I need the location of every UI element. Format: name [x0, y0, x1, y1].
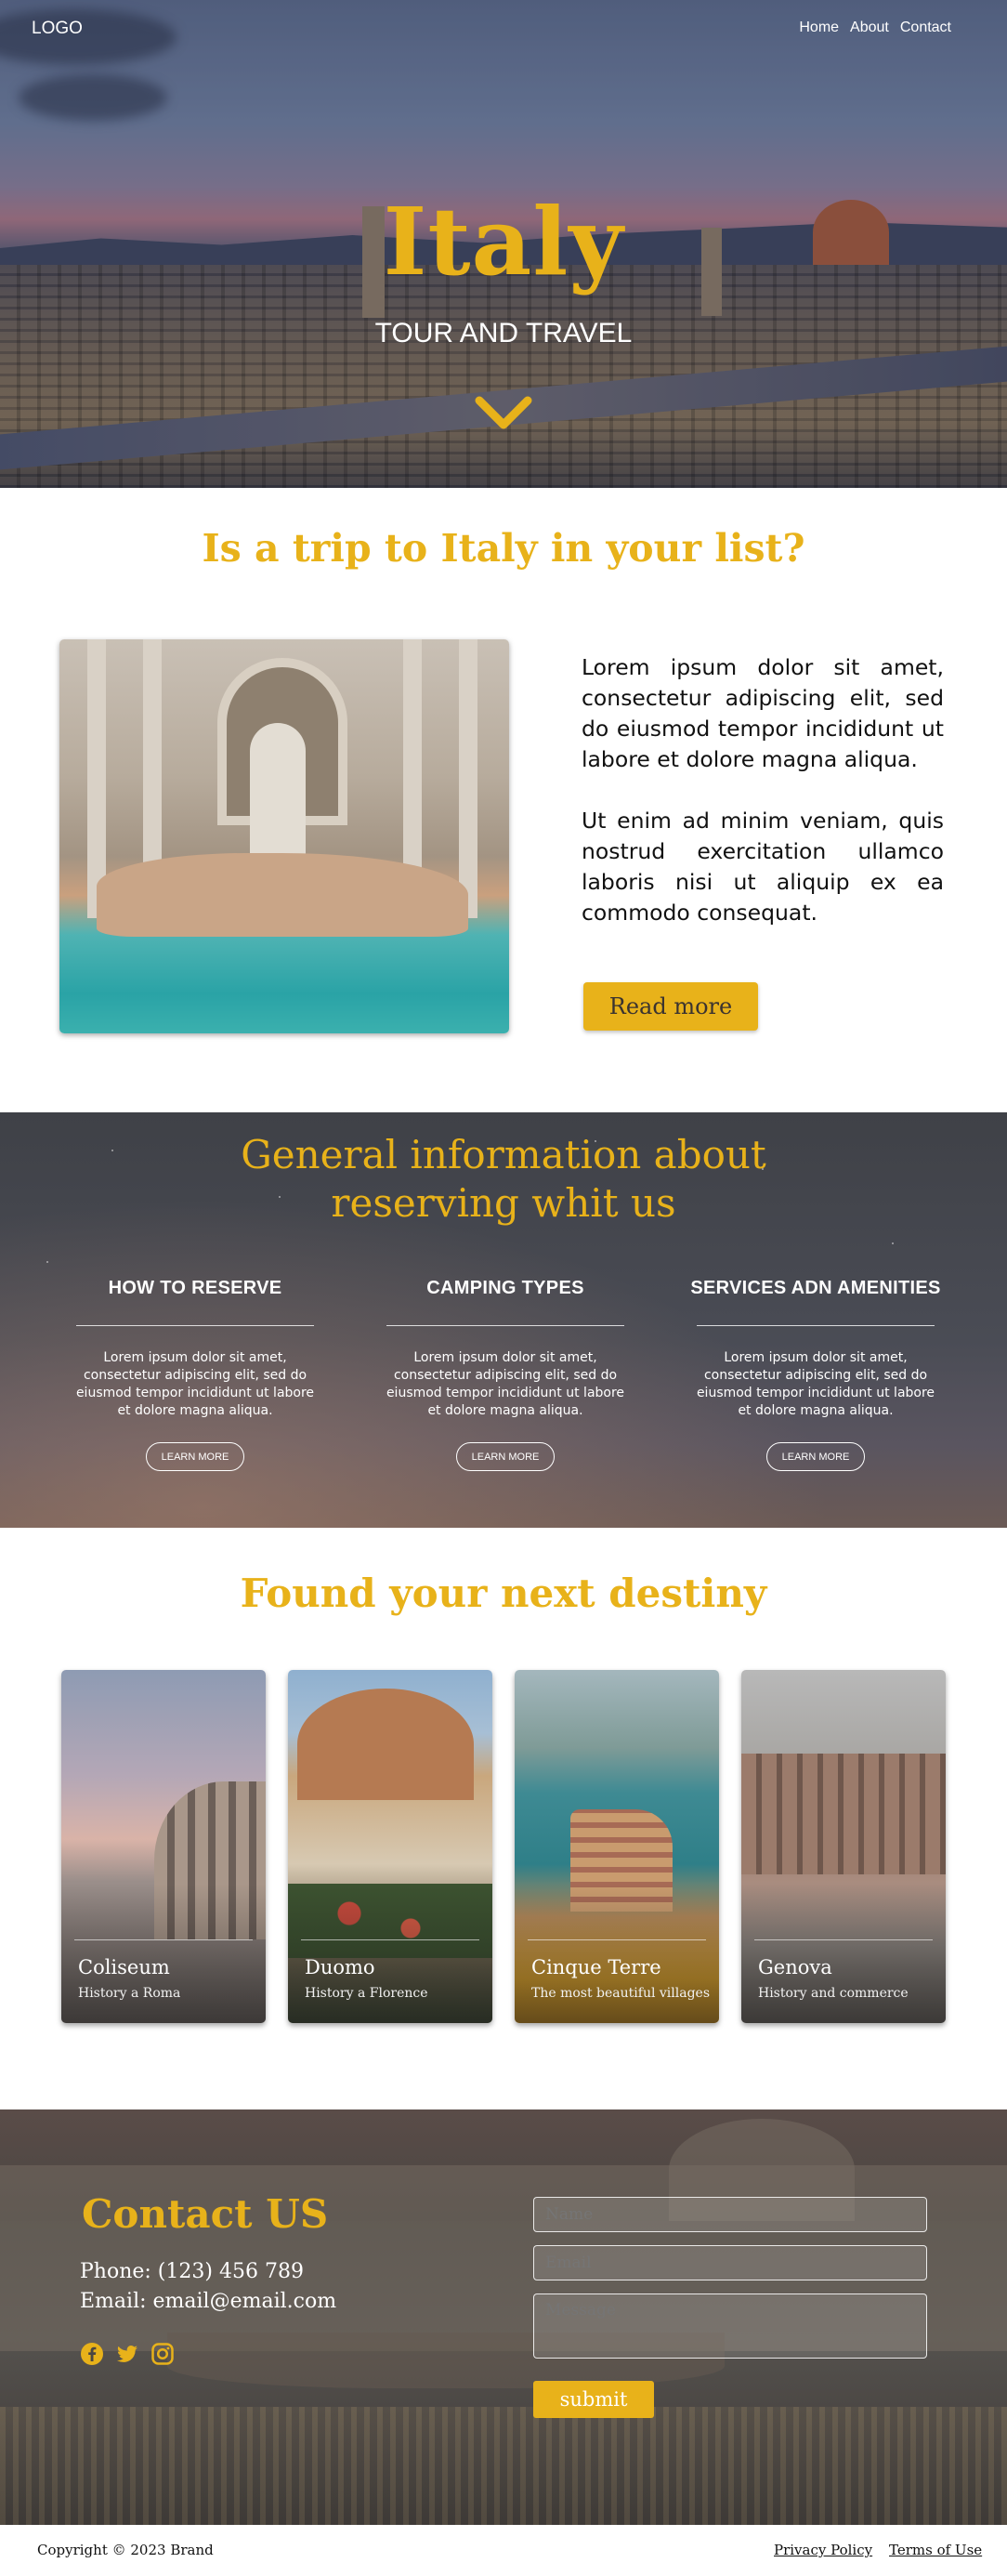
info-column-text: Lorem ipsum dolor sit amet, consectetur … — [386, 1350, 625, 1418]
divider — [697, 1325, 935, 1326]
hero-title: Italy — [383, 187, 624, 296]
star — [892, 1242, 894, 1244]
learn-more-button[interactable]: LEARN MORE — [766, 1442, 865, 1471]
info-column-camping-types: CAMPING TYPES Lorem ipsum dolor sit amet… — [379, 1278, 632, 1471]
destinations-title: Found your next destiny — [240, 1571, 767, 1616]
info-title: General information about reserving whit… — [0, 1131, 1007, 1228]
card-name: Cinque Terre — [531, 1956, 661, 1978]
info-section: General information about reserving whit… — [0, 1112, 1007, 1528]
contact-section: Contact US Phone: (123) 456 789 Email: e… — [0, 2109, 1007, 2525]
card-divider — [74, 1939, 253, 1940]
footer: Copyright © 2023 Brand Privacy Policy Te… — [0, 2525, 1007, 2576]
contact-phone: Phone: (123) 456 789 — [80, 2260, 304, 2283]
info-column-heading: SERVICES ADN AMENITIES — [690, 1278, 941, 1298]
email-field[interactable] — [533, 2245, 927, 2280]
destination-card-coliseum[interactable]: Coliseum History a Roma — [61, 1670, 266, 2023]
info-column-how-to-reserve: HOW TO RESERVE Lorem ipsum dolor sit ame… — [69, 1278, 321, 1471]
divider — [386, 1325, 624, 1326]
hero-subtitle: TOUR AND TRAVEL — [374, 318, 633, 348]
card-subtitle: The most beautiful villages — [531, 1986, 711, 2001]
card-name: Duomo — [305, 1956, 375, 1978]
info-column-text: Lorem ipsum dolor sit amet, consectetur … — [696, 1350, 935, 1418]
name-field[interactable] — [533, 2197, 927, 2232]
duomo-image — [297, 1689, 474, 1800]
nav-contact[interactable]: Contact — [900, 20, 951, 36]
image-rocks — [97, 853, 468, 937]
twitter-icon[interactable] — [115, 2342, 139, 2366]
image-statue — [250, 723, 306, 872]
card-subtitle: History a Florence — [305, 1986, 428, 2001]
card-divider — [528, 1939, 706, 1940]
submit-button[interactable]: submit — [533, 2381, 654, 2418]
info-title-line-2: reserving whit us — [331, 1180, 676, 1226]
card-shade — [61, 1884, 266, 2023]
contact-river — [0, 2407, 1007, 2525]
card-subtitle: History a Roma — [78, 1986, 181, 2001]
info-column-text: Lorem ipsum dolor sit amet, consectetur … — [75, 1350, 315, 1418]
nav-about[interactable]: About — [850, 20, 889, 36]
info-column-heading: CAMPING TYPES — [426, 1278, 584, 1298]
info-column-heading: HOW TO RESERVE — [108, 1278, 282, 1298]
read-more-button[interactable]: Read more — [583, 982, 758, 1031]
chevron-down-icon[interactable] — [474, 395, 533, 432]
destination-card-genova[interactable]: Genova History and commerce — [741, 1670, 946, 2023]
privacy-policy-link[interactable]: Privacy Policy — [774, 2542, 872, 2558]
genova-image — [741, 1754, 946, 1874]
trevi-fountain-image — [59, 639, 509, 1033]
card-subtitle: History and commerce — [758, 1986, 909, 2001]
hero-section: LOGO Home About Contact Italy TOUR AND T… — [0, 0, 1007, 488]
destination-card-duomo[interactable]: Duomo History a Florence — [288, 1670, 492, 2023]
copyright: Copyright © 2023 Brand — [37, 2542, 214, 2558]
star — [46, 1261, 48, 1263]
card-divider — [301, 1939, 479, 1940]
learn-more-button[interactable]: LEARN MORE — [456, 1442, 555, 1471]
divider — [76, 1325, 314, 1326]
learn-more-button[interactable]: LEARN MORE — [146, 1442, 244, 1471]
terms-of-use-link[interactable]: Terms of Use — [889, 2542, 982, 2558]
info-title-line-1: General information about — [241, 1132, 766, 1177]
card-shade — [288, 1884, 492, 2023]
instagram-icon[interactable] — [150, 2342, 175, 2366]
card-name: Genova — [758, 1956, 832, 1978]
intro-paragraph-1: Lorem ipsum dolor sit amet, consectetur … — [582, 654, 944, 772]
facebook-icon[interactable] — [80, 2342, 104, 2366]
card-shade — [515, 1884, 719, 2023]
nav-home[interactable]: Home — [799, 20, 839, 36]
logo[interactable]: LOGO — [32, 19, 83, 39]
card-shade — [741, 1884, 946, 2023]
message-field[interactable] — [533, 2293, 927, 2359]
intro-title: Is a trip to Italy in your list? — [202, 526, 805, 571]
top-nav: Home About Contact — [799, 20, 951, 36]
card-divider — [754, 1939, 933, 1940]
contact-title: Contact US — [82, 2191, 329, 2237]
contact-email: Email: email@email.com — [80, 2290, 337, 2313]
card-name: Coliseum — [78, 1956, 170, 1978]
image-column — [459, 639, 477, 918]
info-column-services: SERVICES ADN AMENITIES Lorem ipsum dolor… — [689, 1278, 942, 1471]
destination-card-cinque-terre[interactable]: Cinque Terre The most beautiful villages — [515, 1670, 719, 2023]
intro-paragraph-2: Ut enim ad minim veniam, quis nostrud ex… — [582, 808, 944, 926]
